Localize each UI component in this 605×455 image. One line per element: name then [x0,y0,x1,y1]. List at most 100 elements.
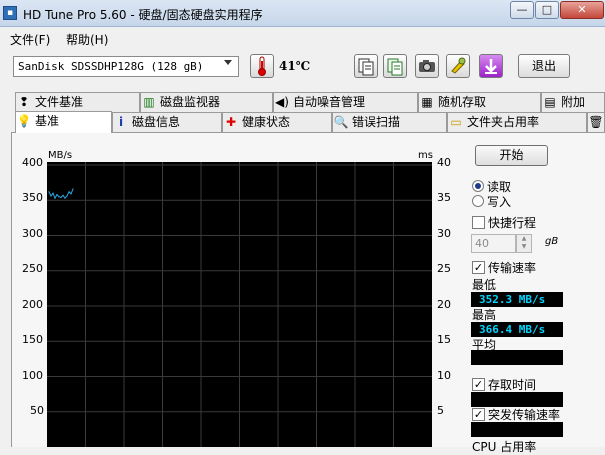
disk-monitor-icon: ▥ [143,95,155,109]
transfer-rate-point [70,193,72,195]
tab-health[interactable]: ✚ 健康状态 [222,112,332,132]
tab-file-benchmark[interactable]: ❢ 文件基准 [15,92,140,112]
screenshot-button[interactable] [415,54,439,78]
write-radio[interactable] [472,195,484,207]
transfer-rate-point [54,197,56,199]
tab-label: 磁盘信息 [132,115,181,129]
left-tick: 350 [22,191,43,204]
exit-button[interactable]: 退出 [518,54,570,78]
right-tick: 10 [437,369,451,382]
burst-rate-label[interactable]: 突发传输速率 [488,406,560,423]
transfer-rate-point [68,191,70,193]
tab-label: 文件基准 [35,95,84,109]
read-radio[interactable] [472,180,484,192]
settings-icon [451,57,466,74]
magnifier-icon: 🔍 [333,115,349,129]
right-tick: 40 [437,156,451,169]
title-bar[interactable]: ▪ HD Tune Pro 5.60 - 硬盘/固态硬盘实用程序 — □ ✕ [0,0,605,27]
left-tick: 400 [22,156,43,169]
transfer-rate-point [66,195,68,197]
save-icon [485,59,497,74]
tab-benchmark[interactable]: 💡 基准 [15,111,112,133]
stroke-size-input[interactable]: 40 [471,234,516,253]
transfer-rate-label[interactable]: 传输速率 [488,259,536,276]
speaker-icon: ◀) [275,95,289,109]
right-tick: 30 [437,227,451,240]
right-tick: 35 [437,191,451,204]
info-icon [358,58,374,76]
menu-bar: 文件(F) 帮助(H) [0,28,605,48]
left-tick: 200 [22,298,43,311]
tab-label: 错误扫描 [352,115,401,129]
left-tick: 100 [22,369,43,382]
camera-icon [419,60,435,72]
transfer-rate-point [52,192,54,194]
max-label: 最高 [472,308,497,322]
tab-erase[interactable]: 🗑 [587,112,605,132]
left-tick: 150 [22,333,43,346]
tab-extra[interactable]: ▤ 附加 [541,92,605,112]
tab-label: 附加 [561,95,586,109]
drive-select[interactable]: SanDisk SDSSDHP128G (128 gB) [13,56,239,77]
minimize-button[interactable]: — [510,1,534,19]
info-copy-button[interactable] [354,54,378,78]
file-benchmark-icon: ❢ [18,95,30,109]
maximize-button[interactable]: □ [535,1,559,19]
size-unit-label: gB [545,236,559,247]
menu-file[interactable]: 文件(F) [10,31,50,48]
transfer-rate-point [72,188,74,190]
max-value: 366.4 MB/s [471,322,563,337]
transfer-rate-point [62,194,64,196]
transfer-rate-point [50,195,52,197]
transfer-rate-point [56,194,58,196]
left-tick: 250 [22,262,43,275]
info-icon: i [118,115,124,129]
right-tick: 25 [437,262,451,275]
temperature-readout: 41℃ [279,59,311,73]
size-spinner[interactable]: ▲ ▼ [516,234,532,253]
quick-stroke-label[interactable]: 快捷行程 [488,214,536,231]
left-tick: 300 [22,227,43,240]
min-label: 最低 [472,278,497,292]
transfer-rate-point [64,197,66,199]
left-tick: 50 [30,404,44,417]
benchmark-chart [47,162,432,447]
access-time-checkbox[interactable]: ✓ [472,378,485,391]
tab-label: 健康状态 [242,115,291,129]
folder-icon: ▭ [450,115,462,129]
tab-aam[interactable]: ◀) 自动噪音管理 [273,92,418,112]
menu-help[interactable]: 帮助(H) [66,31,108,48]
close-button[interactable]: ✕ [560,1,604,19]
thermometer-icon [258,56,266,76]
options-button[interactable] [446,54,470,78]
right-tick: 5 [437,404,444,417]
burst-rate-value [471,422,563,437]
min-value: 352.3 MB/s [471,292,563,307]
tab-label: 磁盘监视器 [160,95,221,109]
avg-value [471,350,563,365]
start-button[interactable]: 开始 [475,145,548,166]
window-title: HD Tune Pro 5.60 - 硬盘/固态硬盘实用程序 [23,8,263,22]
benchmark-icon: 💡 [16,114,32,128]
tab-label: 文件夹占用率 [467,115,540,129]
chevron-down-icon[interactable] [224,60,232,65]
tab-error-scan[interactable]: 🔍 错误扫描 [332,112,447,132]
right-tick: 20 [437,298,451,311]
trash-icon: 🗑 [588,115,604,129]
tab-label: 基准 [35,114,60,128]
tab-folder-usage[interactable]: ▭ 文件夹占用率 [447,112,587,132]
health-cross-icon: ✚ [225,115,237,129]
tab-disk-info[interactable]: i 磁盘信息 [112,112,222,132]
write-label[interactable]: 写入 [487,193,511,210]
tab-random-access[interactable]: ▦ 随机存取 [418,92,541,112]
access-time-label[interactable]: 存取时间 [488,376,536,393]
burst-rate-checkbox[interactable]: ✓ [472,408,485,421]
transfer-rate-point [48,191,50,193]
thermometer-button[interactable] [250,54,274,78]
transfer-rate-checkbox[interactable]: ✓ [472,261,485,274]
quick-stroke-checkbox[interactable] [472,216,485,229]
save-button[interactable] [479,54,503,78]
right-axis-unit: ms [418,150,433,161]
tab-disk-monitor[interactable]: ▥ 磁盘监视器 [140,92,273,112]
copy-button[interactable] [383,54,407,78]
